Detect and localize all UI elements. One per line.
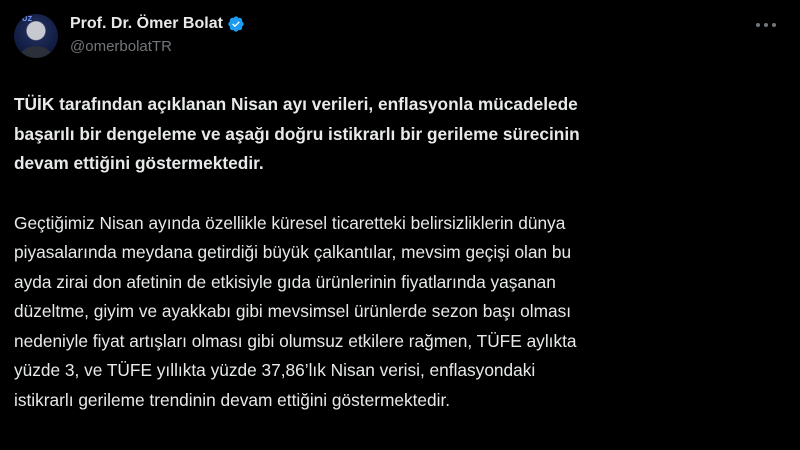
name-row: Prof. Dr. Ömer Bolat	[70, 14, 245, 34]
author-handle[interactable]: @omerbolatTR	[70, 37, 245, 57]
more-options-icon[interactable]	[752, 14, 780, 36]
author-info: Prof. Dr. Ömer Bolat @omerbolatTR	[70, 14, 245, 57]
dot	[756, 23, 760, 27]
dot	[764, 23, 768, 27]
tweet-header: YÜZ Prof. Dr. Ömer Bolat @omerbolatTR	[14, 8, 780, 68]
tweet: YÜZ Prof. Dr. Ömer Bolat @omerbolatTR TÜ…	[0, 0, 800, 450]
author-display-name[interactable]: Prof. Dr. Ömer Bolat	[70, 14, 223, 34]
verified-badge-icon[interactable]	[227, 15, 245, 33]
tweet-paragraph-2: Geçtiğimiz Nisan ayında özellikle kürese…	[14, 212, 577, 410]
avatar-text: YÜZ	[17, 16, 33, 23]
dot	[772, 23, 776, 27]
tweet-paragraph-1: TÜİK tarafından açıklanan Nisan ayı veri…	[14, 94, 580, 173]
avatar-figure	[20, 46, 52, 58]
tweet-body: TÜİK tarafından açıklanan Nisan ayı veri…	[14, 90, 794, 415]
avatar[interactable]: YÜZ	[14, 14, 58, 58]
